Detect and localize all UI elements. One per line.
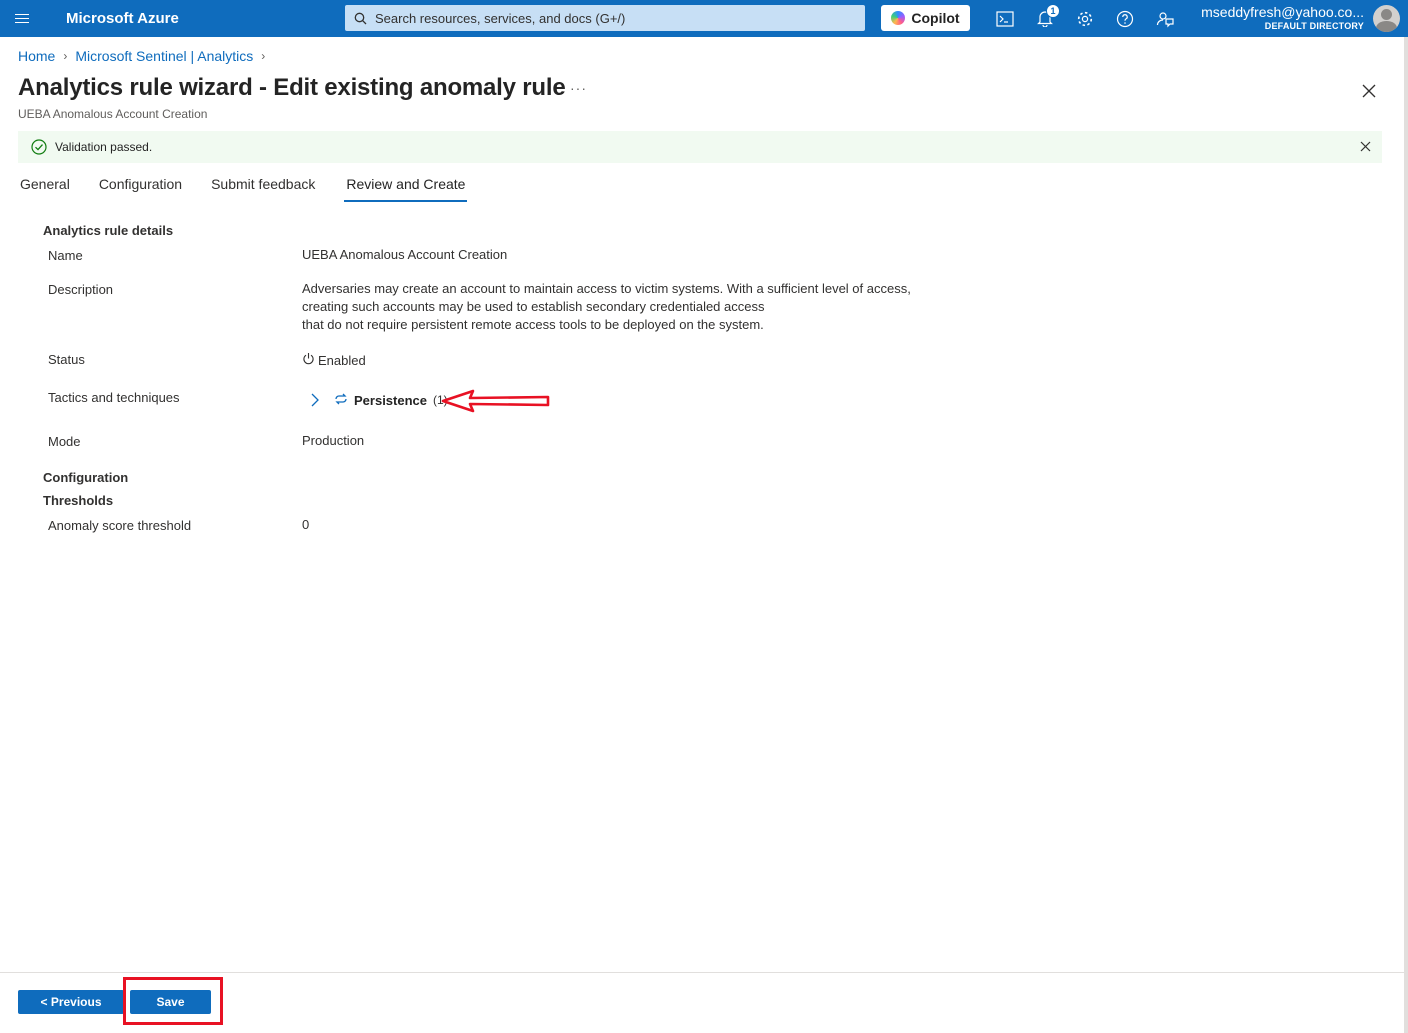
chevron-right-icon: › bbox=[261, 49, 266, 63]
validation-banner: Validation passed. bbox=[18, 131, 1382, 163]
tab-submit-feedback[interactable]: Submit feedback bbox=[209, 172, 317, 202]
notification-badge: 1 bbox=[1046, 4, 1060, 18]
check-circle-icon bbox=[31, 139, 47, 155]
persistence-icon bbox=[334, 393, 348, 408]
account-directory: DEFAULT DIRECTORY bbox=[1264, 21, 1364, 31]
description-label: Description bbox=[48, 282, 114, 297]
account-email: mseddyfresh@yahoo.co... bbox=[1201, 4, 1364, 20]
tab-general[interactable]: General bbox=[18, 172, 72, 202]
power-icon bbox=[302, 352, 315, 370]
thresholds-heading: Thresholds bbox=[43, 493, 114, 508]
more-options-button[interactable]: ··· bbox=[570, 80, 587, 96]
tactic-row-persistence: Persistence (1) bbox=[302, 389, 448, 411]
breadcrumb-home[interactable]: Home bbox=[18, 48, 55, 64]
top-bar: Microsoft Azure Search resources, servic… bbox=[0, 0, 1408, 37]
tab-review-and-create[interactable]: Review and Create bbox=[344, 172, 468, 202]
menu-icon[interactable] bbox=[0, 0, 44, 37]
search-placeholder: Search resources, services, and docs (G+… bbox=[375, 10, 626, 26]
name-value: UEBA Anomalous Account Creation bbox=[302, 247, 508, 262]
avatar[interactable] bbox=[1373, 5, 1400, 32]
annotation-arrow-icon bbox=[441, 389, 550, 413]
previous-button[interactable]: < Previous bbox=[18, 990, 124, 1014]
copilot-icon bbox=[891, 11, 906, 25]
description-line: that do not require persistent remote ac… bbox=[302, 317, 764, 332]
close-icon[interactable] bbox=[1360, 82, 1378, 100]
status-label: Status bbox=[48, 352, 85, 367]
cloud-shell-icon[interactable] bbox=[985, 0, 1025, 37]
dismiss-icon[interactable] bbox=[1359, 140, 1372, 153]
status-text: Enabled bbox=[318, 353, 366, 368]
status-value: Enabled bbox=[302, 352, 366, 370]
configuration-heading: Configuration bbox=[43, 470, 129, 485]
search-icon bbox=[345, 12, 375, 25]
tactic-name: Persistence bbox=[354, 392, 427, 408]
mode-value: Production bbox=[302, 433, 365, 448]
name-label: Name bbox=[48, 248, 83, 263]
page-subtitle: UEBA Anomalous Account Creation bbox=[18, 107, 208, 121]
page-title: Analytics rule wizard - Edit existing an… bbox=[18, 74, 566, 101]
help-icon[interactable] bbox=[1105, 0, 1145, 37]
chevron-right-icon: › bbox=[63, 49, 68, 63]
account-menu[interactable]: mseddyfresh@yahoo.co... DEFAULT DIRECTOR… bbox=[1201, 4, 1364, 32]
breadcrumb-sentinel-analytics[interactable]: Microsoft Sentinel | Analytics bbox=[75, 48, 253, 64]
wizard-tabs: General Configuration Submit feedback Re… bbox=[18, 172, 492, 202]
scrollbar-track[interactable] bbox=[1404, 37, 1408, 1033]
analytics-rule-details-heading: Analytics rule details bbox=[43, 223, 174, 238]
tab-configuration[interactable]: Configuration bbox=[97, 172, 184, 202]
breadcrumb: Home › Microsoft Sentinel | Analytics › bbox=[18, 48, 273, 64]
validation-message: Validation passed. bbox=[55, 140, 153, 154]
copilot-label: Copilot bbox=[911, 10, 960, 26]
search-input[interactable]: Search resources, services, and docs (G+… bbox=[345, 5, 865, 31]
feedback-icon[interactable] bbox=[1145, 0, 1185, 37]
copilot-button[interactable]: Copilot bbox=[881, 5, 970, 31]
mode-label: Mode bbox=[48, 434, 81, 449]
description-value: Adversaries may create an account to mai… bbox=[302, 280, 911, 334]
notifications-icon[interactable]: 1 bbox=[1025, 0, 1065, 37]
brand-title[interactable]: Microsoft Azure bbox=[66, 10, 179, 27]
settings-gear-icon[interactable] bbox=[1065, 0, 1105, 37]
description-line: Adversaries may create an account to mai… bbox=[302, 281, 911, 296]
footer-divider bbox=[0, 972, 1408, 973]
chevron-right-icon[interactable] bbox=[302, 389, 328, 411]
save-button[interactable]: Save bbox=[130, 990, 211, 1014]
tactics-label: Tactics and techniques bbox=[48, 390, 180, 405]
anomaly-score-threshold-value: 0 bbox=[302, 517, 310, 532]
anomaly-score-threshold-label: Anomaly score threshold bbox=[48, 518, 192, 533]
description-line: creating such accounts may be used to es… bbox=[302, 299, 765, 314]
